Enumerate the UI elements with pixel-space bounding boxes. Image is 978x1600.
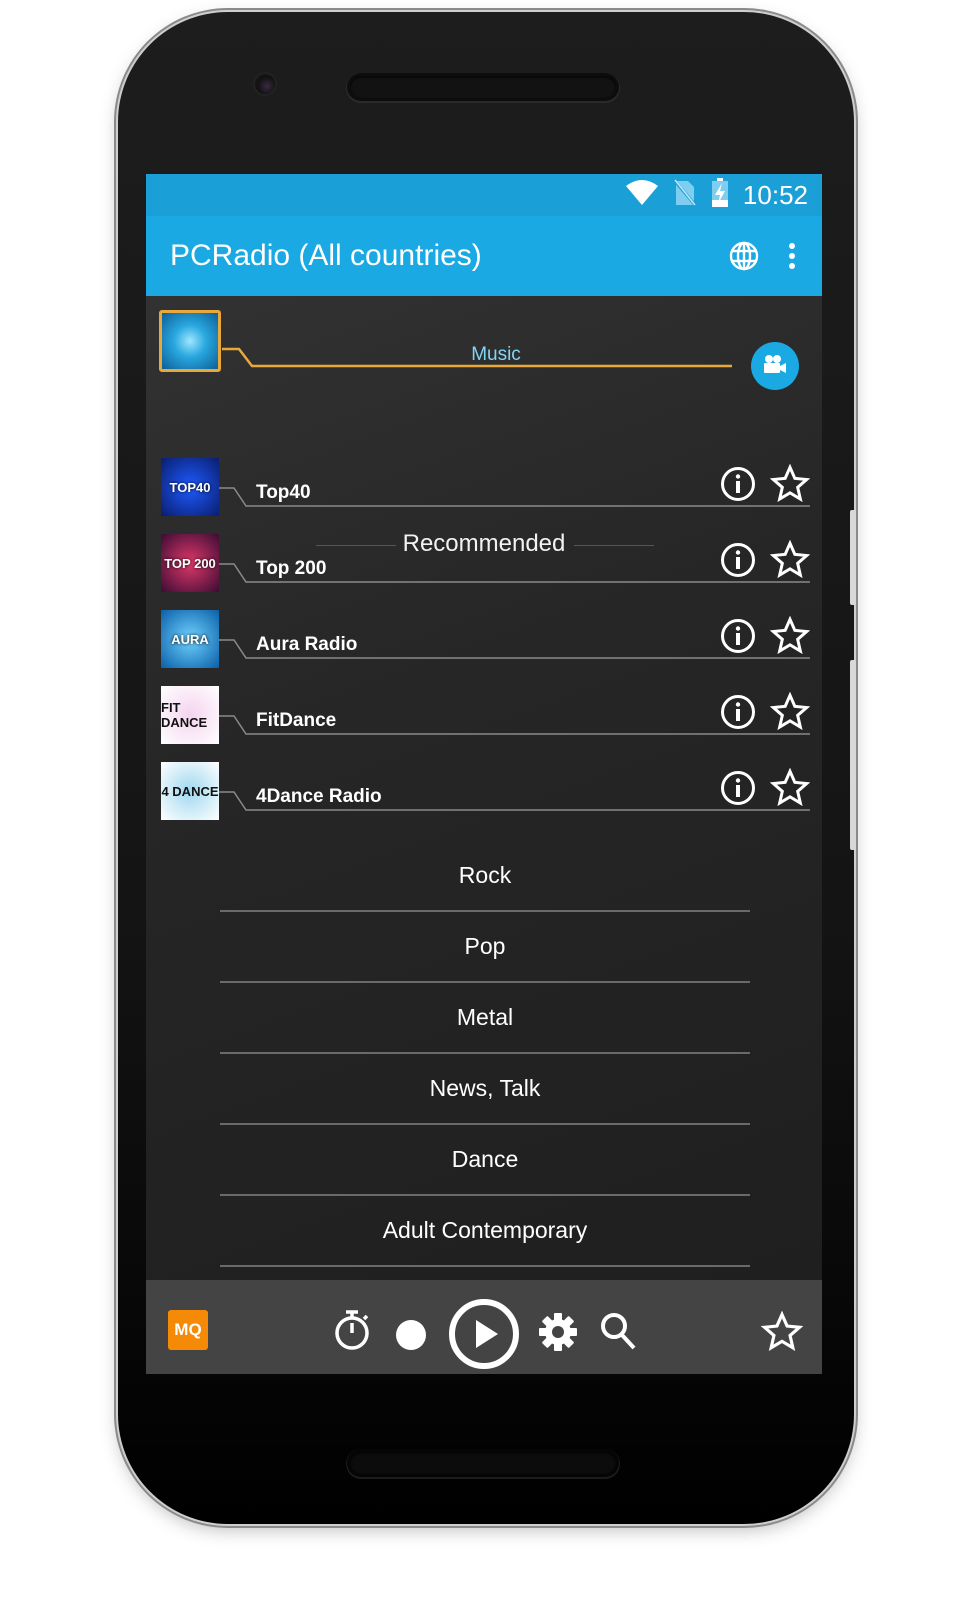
station-thumbnail-text: TOP40 [169,479,211,495]
no-sim-icon [672,178,698,212]
category-item[interactable]: News, Talk [220,1054,750,1125]
info-icon[interactable] [720,542,756,578]
main-content: Music Recommended TOP40 Top40 TOP 200 Top 2… [146,296,822,1280]
more-vert-icon[interactable] [786,240,798,272]
status-bar: 10:52 [146,174,822,216]
station-thumbnail[interactable]: TOP 200 [161,534,219,592]
station-row[interactable]: FIT DANCE FitDance [146,686,822,756]
app-screen: 10:52 PCRadio (All countries) Music Reco… [146,174,822,1374]
category-item[interactable]: Metal [220,983,750,1054]
station-thumbnail-text: FIT DANCE [161,700,208,730]
info-icon[interactable] [720,618,756,654]
search-icon[interactable] [598,1310,638,1352]
category-item[interactable]: Adult Contemporary [220,1196,750,1267]
settings-icon[interactable] [536,1310,580,1354]
top-speaker [350,76,616,98]
wifi-icon [625,179,659,211]
globe-icon[interactable] [728,240,760,272]
category-item[interactable]: Rock [220,841,750,912]
bottom-speaker [350,1452,616,1474]
category-item[interactable]: Dance [220,1125,750,1196]
station-thumbnail[interactable]: FIT DANCE [161,686,219,744]
info-icon[interactable] [720,694,756,730]
timer-icon[interactable] [332,1308,372,1352]
power-button [850,510,856,605]
info-icon[interactable] [720,770,756,806]
station-thumbnail[interactable]: 4 DANCE [161,762,219,820]
star-icon[interactable] [769,463,811,504]
station-row[interactable]: TOP 200 Top 200 [146,534,822,604]
play-icon[interactable] [448,1298,520,1370]
app-title: PCRadio (All countries) [170,239,482,272]
volume-button [850,660,856,850]
station-thumbnail[interactable]: AURA [161,610,219,668]
star-icon[interactable] [769,539,811,580]
station-row[interactable]: AURA Aura Radio [146,610,822,680]
quality-badge[interactable]: MQ [168,1310,208,1350]
favorite-star-icon[interactable] [760,1310,804,1354]
player-bar: MQ [146,1280,822,1374]
category-item[interactable]: Pop [220,912,750,983]
station-thumbnail-text: 4 DANCE [161,783,219,799]
station-thumbnail-text: TOP 200 [164,555,216,571]
station-name: Aura Radio [256,634,358,655]
battery-charging-icon [711,177,729,213]
video-camera-button[interactable] [751,342,799,390]
station-name: Top 200 [256,558,327,579]
star-icon[interactable] [769,615,811,656]
current-genre-row[interactable]: Music [146,306,822,390]
station-name: 4Dance Radio [256,786,382,807]
front-camera [255,74,275,94]
station-name: Top40 [256,482,311,503]
station-name: FitDance [256,710,337,731]
app-bar: PCRadio (All countries) [146,216,822,296]
video-camera-icon [763,354,787,379]
station-thumbnail-text: AURA [171,631,209,647]
genre-thumbnail[interactable] [159,310,221,372]
station-thumbnail[interactable]: TOP40 [161,458,219,516]
station-row[interactable]: TOP40 Top40 [146,458,822,528]
clock: 10:52 [742,179,808,210]
genre-label: Music [471,344,521,365]
star-icon[interactable] [769,767,811,808]
star-icon[interactable] [769,691,811,732]
info-icon[interactable] [720,466,756,502]
station-row[interactable]: 4 DANCE 4Dance Radio [146,762,822,832]
record-icon[interactable] [394,1318,428,1352]
